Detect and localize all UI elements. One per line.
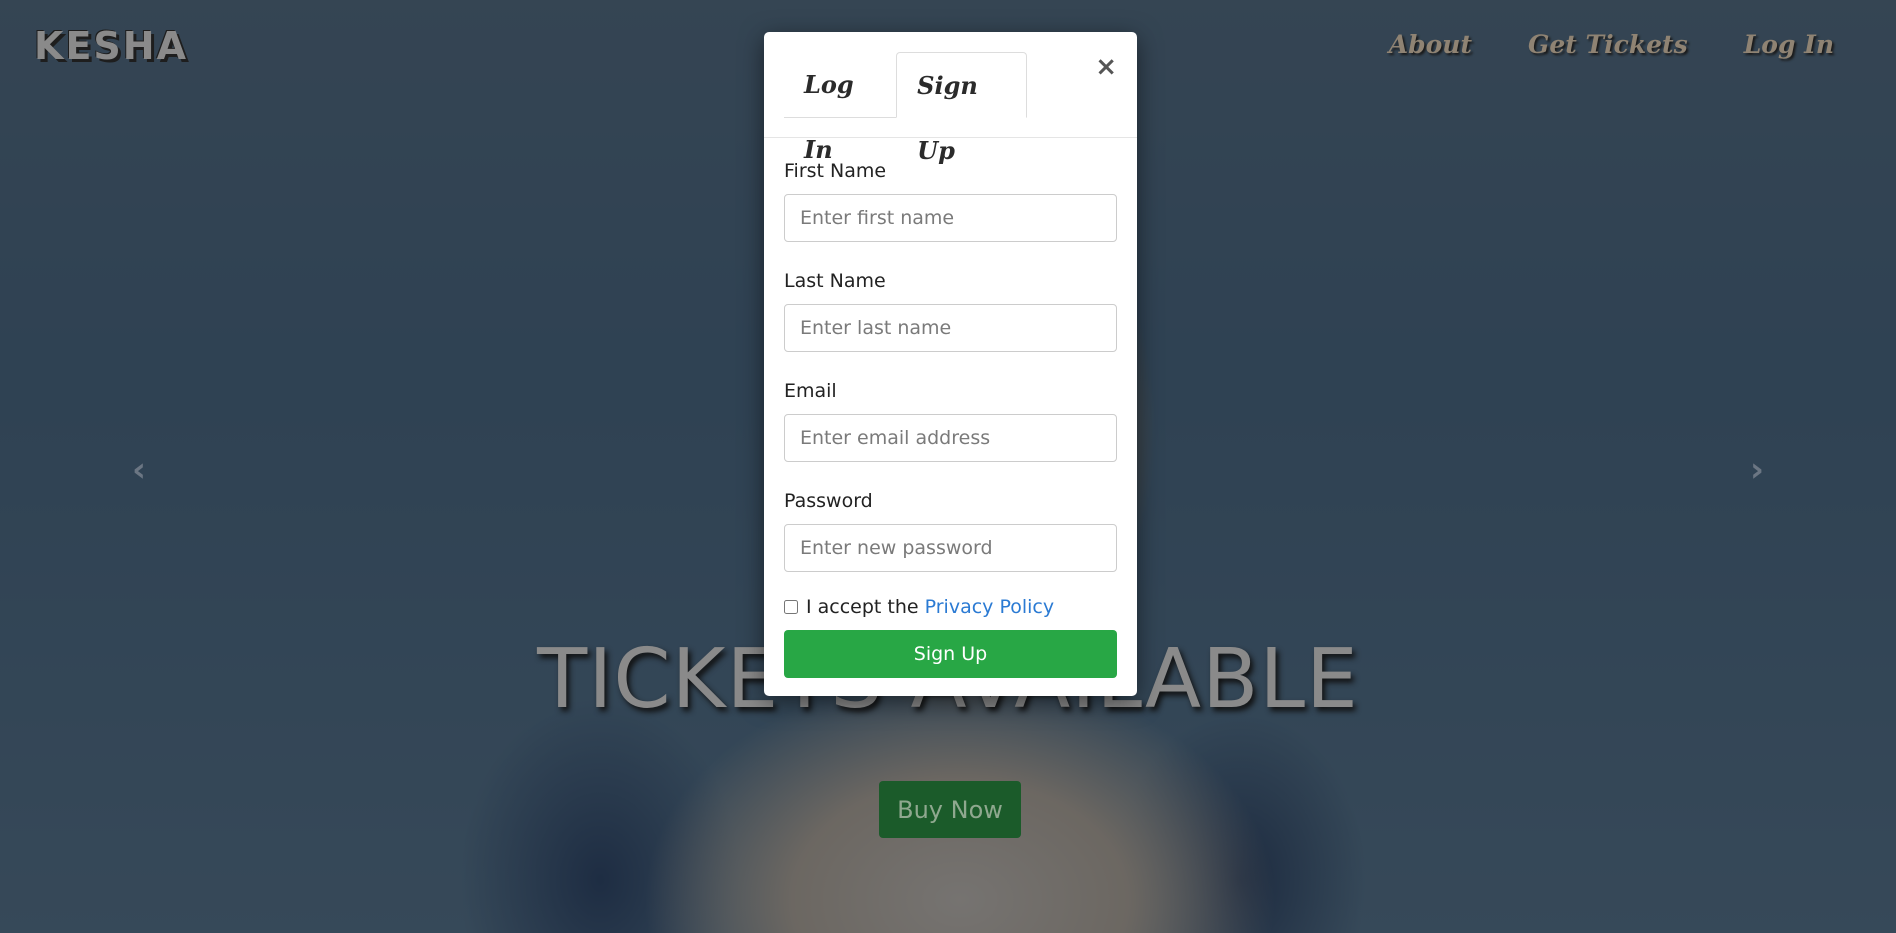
sign-up-button[interactable]: Sign Up	[784, 630, 1117, 678]
privacy-policy-checkbox[interactable]	[784, 600, 798, 614]
nav-link-get-tickets[interactable]: Get Tickets	[1528, 30, 1688, 59]
buy-now-button[interactable]: Buy Now	[879, 781, 1021, 838]
last-name-input[interactable]	[784, 304, 1117, 352]
signup-form: First Name Last Name Email Password I ac…	[764, 138, 1137, 678]
password-label: Password	[784, 490, 873, 512]
email-label: Email	[784, 380, 837, 402]
close-icon[interactable]: ×	[1095, 54, 1117, 80]
carousel-next-icon[interactable]: ›	[1750, 450, 1764, 490]
email-input[interactable]	[784, 414, 1117, 462]
privacy-policy-link[interactable]: Privacy Policy	[925, 596, 1054, 618]
nav-link-about[interactable]: About	[1389, 30, 1472, 59]
last-name-label: Last Name	[784, 270, 886, 292]
tab-sign-up[interactable]: Sign Up	[896, 52, 1027, 165]
auth-modal: Log In Sign Up × First Name Last Name Em…	[764, 32, 1137, 696]
modal-header: Log In Sign Up ×	[764, 32, 1137, 165]
top-nav: About Get Tickets Log In	[1389, 30, 1834, 59]
tab-log-in[interactable]: Log In	[784, 52, 896, 164]
password-input[interactable]	[784, 524, 1117, 572]
privacy-policy-row: I accept the Privacy Policy	[784, 596, 1117, 618]
brand-logo[interactable]: KESHA	[34, 24, 188, 68]
first-name-input[interactable]	[784, 194, 1117, 242]
auth-tabs: Log In Sign Up	[784, 52, 1027, 165]
page: KESHA About Get Tickets Log In ‹ › TICKE…	[0, 0, 1896, 933]
carousel-prev-icon[interactable]: ‹	[132, 450, 146, 490]
privacy-policy-text: I accept the	[806, 596, 919, 618]
nav-link-log-in[interactable]: Log In	[1744, 30, 1834, 59]
